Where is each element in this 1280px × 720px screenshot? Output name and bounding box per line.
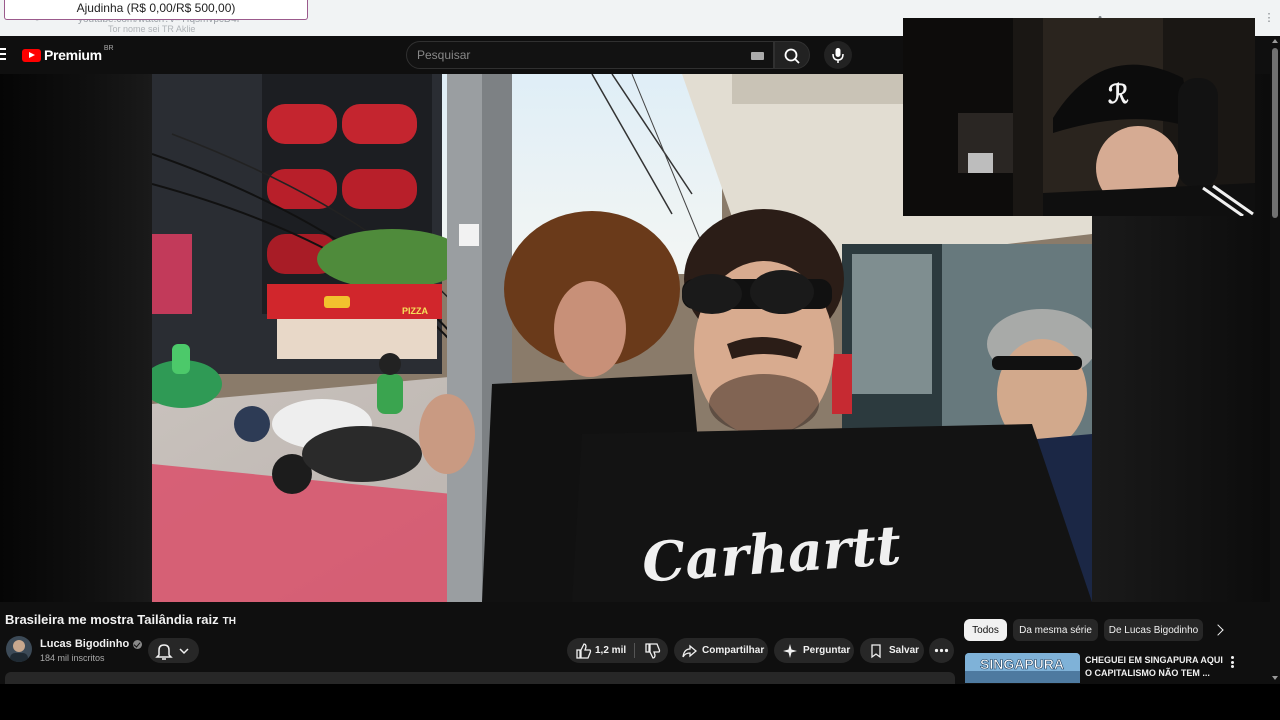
save-label: Salvar — [889, 645, 920, 656]
save-icon — [871, 643, 881, 658]
more-actions-button[interactable] — [929, 638, 954, 663]
share-label: Compartilhar — [702, 645, 765, 656]
thumbnail-image: SINGAPURA — [965, 653, 1080, 683]
share-icon — [682, 644, 697, 657]
bell-icon — [155, 644, 189, 660]
scroll-up-icon[interactable] — [1272, 39, 1278, 43]
page-scrollbar[interactable] — [1270, 36, 1280, 684]
stall-sign: PIZZA — [402, 306, 428, 316]
logo-text: Premium — [44, 47, 102, 63]
subscriber-count: 184 mil inscritos — [40, 653, 105, 663]
chevron-down-icon — [179, 648, 189, 655]
youtube-logo-icon — [22, 48, 41, 62]
webcam-overlay: ℛ — [903, 18, 1255, 216]
dislike-icon — [644, 642, 660, 659]
video-title: Brasileira me mostra Tailândia raiz TH — [5, 612, 236, 627]
recommendation-thumbnail[interactable]: SINGAPURA — [965, 653, 1080, 683]
more-icon — [934, 648, 949, 653]
search-icon — [784, 48, 800, 64]
avatar-image — [10, 640, 28, 662]
logo-region: BR — [103, 44, 114, 52]
video-title-text: Brasileira me mostra Tailândia raiz — [5, 612, 219, 627]
screen: ‹ ↻ ≡ youtube.com/watch?v=TIqsmvpcD4I To… — [0, 0, 1280, 720]
search-box — [406, 41, 774, 69]
webcam-feed: ℛ — [903, 18, 1255, 216]
donation-overlay: Ajudinha (R$ 0,00/R$ 500,00) — [4, 0, 308, 20]
ask-label: Perguntar — [803, 645, 851, 656]
channel-name-text: Lucas Bigodinho — [40, 638, 130, 650]
taskbar-area — [0, 684, 1280, 720]
description-box[interactable] — [5, 672, 955, 684]
chevron-right-icon[interactable] — [1212, 624, 1224, 636]
thumbnail-text: SINGAPURA — [980, 656, 1064, 672]
dislike-button[interactable] — [635, 638, 668, 663]
share-button[interactable]: Compartilhar — [674, 638, 768, 663]
video-side-left — [0, 74, 152, 602]
save-button[interactable]: Salvar — [860, 638, 924, 663]
scroll-down-icon[interactable] — [1272, 676, 1278, 680]
chip-todos[interactable]: Todos — [964, 619, 1007, 641]
cap-logo: ℛ — [1108, 80, 1129, 110]
like-button[interactable]: 1,2 mil — [567, 638, 634, 663]
youtube-logo[interactable]: Premium BR — [22, 44, 114, 63]
like-count: 1,2 mil — [595, 645, 627, 656]
sparkle-icon — [783, 643, 797, 658]
voice-search-button[interactable] — [824, 41, 852, 69]
verified-icon — [133, 639, 143, 649]
kebab-icon[interactable] — [1231, 656, 1234, 668]
chip-from-channel[interactable]: De Lucas Bigodinho — [1104, 619, 1203, 641]
channel-avatar[interactable] — [6, 636, 32, 662]
menu-icon[interactable] — [0, 48, 6, 60]
mic-icon — [832, 48, 844, 63]
scroll-thumb[interactable] — [1272, 48, 1278, 218]
title-suffix: TH — [222, 616, 236, 627]
search-button[interactable] — [774, 41, 810, 69]
channel-name[interactable]: Lucas Bigodinho — [40, 638, 143, 650]
keyboard-icon[interactable] — [751, 52, 764, 60]
subscription-bell-button[interactable] — [148, 638, 199, 663]
ghost-text: Tor nome sei TR Aklie — [108, 24, 196, 34]
chip-same-series[interactable]: Da mesma série — [1013, 619, 1098, 641]
like-dislike-group: 1,2 mil — [567, 638, 668, 663]
ask-button[interactable]: Perguntar — [774, 638, 854, 663]
recommendation-title[interactable]: CHEGUEI EM SINGAPURA AQUI O CAPITALISMO … — [1085, 654, 1225, 680]
like-icon — [576, 642, 592, 659]
search-input[interactable] — [417, 48, 737, 62]
browser-menu-icon[interactable]: ⋮ — [1262, 11, 1276, 25]
